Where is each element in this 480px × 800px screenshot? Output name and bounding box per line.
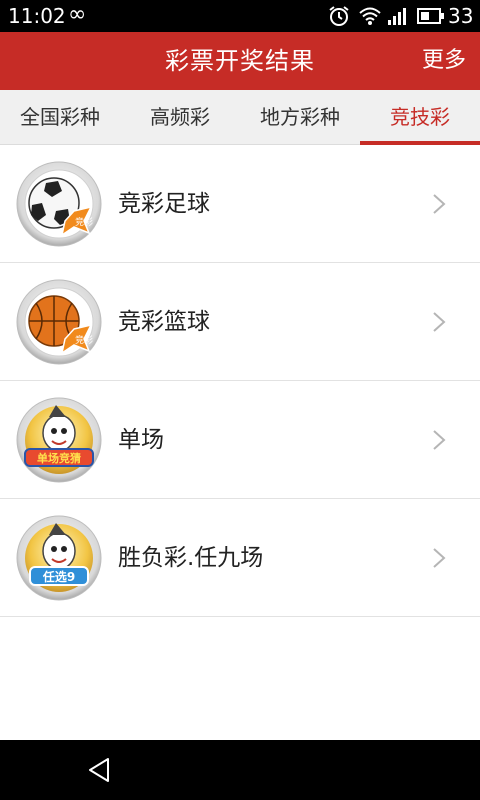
- chevron-right-icon: [433, 548, 446, 568]
- navigation-bar: [0, 740, 480, 800]
- football-icon: 竞彩: [16, 161, 102, 247]
- more-button[interactable]: 更多: [422, 32, 466, 90]
- pick-nine-icon: 任选9: [16, 515, 102, 601]
- list-item-pick-nine[interactable]: 任选9 胜负彩.任九场: [0, 499, 480, 617]
- chevron-right-icon: [433, 430, 446, 450]
- list-item-label: 竞彩足球: [118, 191, 210, 217]
- list-item-label: 竞彩篮球: [118, 309, 210, 335]
- wifi-icon: [359, 7, 381, 25]
- badge-text: 单场竞猜: [37, 451, 81, 465]
- single-match-icon: 单场竞猜: [16, 397, 102, 483]
- battery-level: 33: [448, 4, 474, 28]
- back-icon[interactable]: [86, 756, 114, 784]
- signal-icon: [388, 8, 406, 25]
- badge-text: 竞彩: [75, 334, 93, 346]
- page-title: 彩票开奖结果: [165, 47, 315, 75]
- chevron-right-icon: [433, 194, 446, 214]
- badge-text: 任选9: [42, 569, 75, 584]
- battery-icon: [417, 8, 444, 24]
- lottery-list: 竞彩 竞彩足球 竞彩 竞彩篮球 单场竞猜 单场 任选9 胜负彩.任九场: [0, 145, 480, 617]
- list-item-label: 胜负彩.任九场: [118, 545, 264, 571]
- status-bar: 11:02 ∞ 33: [0, 0, 480, 32]
- basketball-icon: 竞彩: [16, 279, 102, 365]
- list-item-football[interactable]: 竞彩 竞彩足球: [0, 145, 480, 263]
- list-item-label: 单场: [118, 427, 164, 453]
- tab-national[interactable]: 全国彩种: [0, 90, 120, 144]
- list-item-basketball[interactable]: 竞彩 竞彩篮球: [0, 263, 480, 381]
- category-tabs: 全国彩种 高频彩 地方彩种 竞技彩: [0, 90, 480, 145]
- app-header: 彩票开奖结果 更多: [0, 32, 480, 90]
- list-item-single-match[interactable]: 单场竞猜 单场: [0, 381, 480, 499]
- tab-sports[interactable]: 竞技彩: [360, 90, 480, 145]
- tab-local[interactable]: 地方彩种: [240, 90, 360, 144]
- status-time: 11:02: [8, 4, 66, 28]
- alarm-icon: [329, 6, 349, 26]
- infinity-icon: ∞: [68, 2, 87, 27]
- tab-high-frequency[interactable]: 高频彩: [120, 90, 240, 144]
- chevron-right-icon: [433, 312, 446, 332]
- badge-text: 竞彩: [75, 216, 93, 228]
